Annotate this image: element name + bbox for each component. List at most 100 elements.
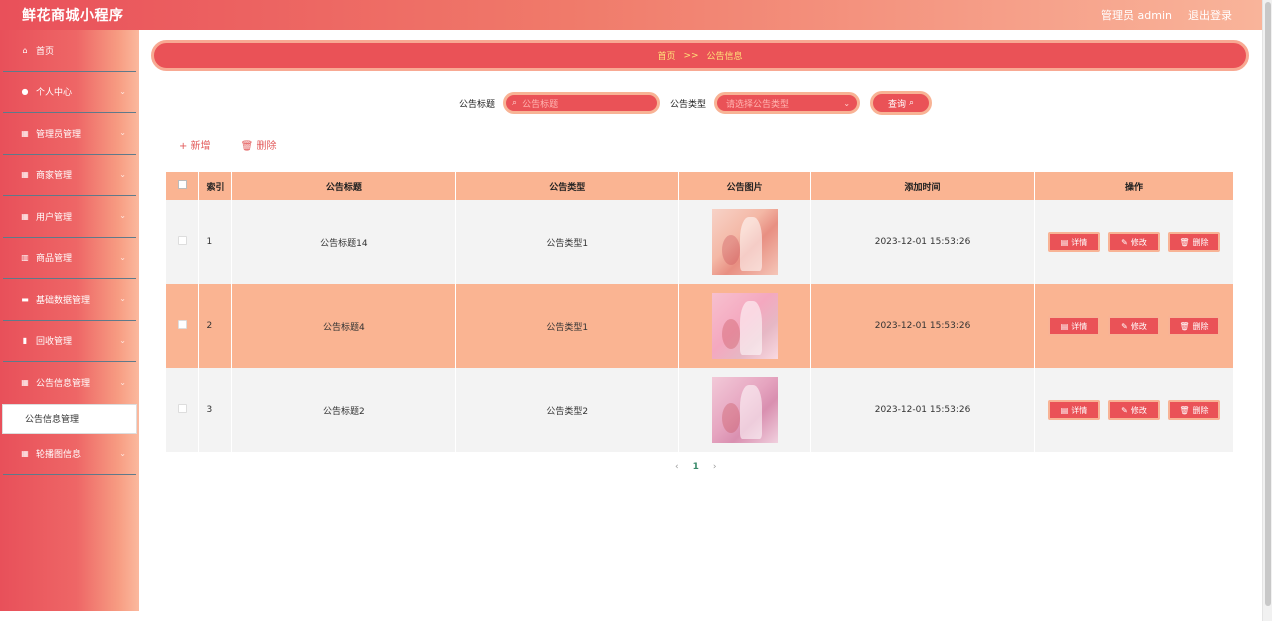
scrollbar-thumb[interactable] xyxy=(1265,2,1271,606)
vertical-scrollbar[interactable] xyxy=(1262,0,1272,621)
chevron-down-icon: ⌄ xyxy=(119,377,126,387)
batch-delete-button[interactable]: 🗑 删除 xyxy=(241,137,277,152)
sidebar-item-notice-management[interactable]: ▦ 公告信息管理 ⌄ xyxy=(3,362,136,404)
top-header: 鲜花商城小程序 管理员 admin 退出登录 xyxy=(0,0,1262,30)
row-time: 2023-12-01 15:53:26 xyxy=(810,200,1035,284)
pager-current-page[interactable]: 1 xyxy=(693,462,699,472)
delete-button[interactable]: 🗑 删除 xyxy=(1167,316,1220,336)
main-content: 首页 >> 公告信息 公告标题 ⌕ 公告标题 公告类型 请选择公告类型 ⌄ 查询… xyxy=(139,30,1262,621)
delete-button[interactable]: 🗑 删除 xyxy=(1167,400,1220,420)
sidebar-item-label: 商品管理 xyxy=(36,254,73,265)
edit-button[interactable]: ✎ 修改 xyxy=(1107,316,1160,336)
add-button[interactable]: + 新增 xyxy=(179,137,211,152)
delete-button-label: 删除 xyxy=(1192,237,1209,247)
edit-button[interactable]: ✎ 修改 xyxy=(1107,400,1160,420)
row-actions: ▤ 详情 ✎ 修改 🗑 删除 xyxy=(1034,284,1235,368)
column-header-time: 添加时间 xyxy=(810,172,1035,200)
breadcrumb-home[interactable]: 首页 xyxy=(657,49,675,62)
chevron-down-icon: ⌄ xyxy=(119,335,126,345)
row-title: 公告标题14 xyxy=(231,200,457,284)
type-select[interactable]: 请选择公告类型 ⌄ xyxy=(714,92,861,114)
table-row: 3 公告标题2 公告类型2 2023-12-01 15:53:26 ▤ 详情 ✎ 修… xyxy=(166,368,1235,452)
delete-button[interactable]: 🗑 删除 xyxy=(1167,232,1220,252)
row-image-cell xyxy=(678,284,812,368)
grid-icon: ▦ xyxy=(21,128,29,138)
grid-icon: ▦ xyxy=(21,449,29,459)
document-icon: ▤ xyxy=(1060,321,1069,331)
row-checkbox[interactable] xyxy=(177,236,187,245)
detail-button[interactable]: ▤ 详情 xyxy=(1047,400,1100,420)
breadcrumb-current: 公告信息 xyxy=(706,52,743,62)
user-icon: ● xyxy=(21,87,29,97)
trash-icon: ▥ xyxy=(21,253,29,263)
chevron-down-icon: ⌄ xyxy=(119,169,126,179)
pager-next-button[interactable]: › xyxy=(713,462,717,472)
edit-button[interactable]: ✎ 修改 xyxy=(1107,232,1160,252)
document-icon: ▤ xyxy=(1060,237,1069,247)
detail-button-label: 详情 xyxy=(1071,405,1088,415)
pager-prev-button[interactable]: ‹ xyxy=(675,462,679,472)
notice-image[interactable] xyxy=(711,209,778,275)
notice-image[interactable] xyxy=(711,293,778,359)
sidebar-item-admin-management[interactable]: ▦ 管理员管理 ⌄ xyxy=(3,113,136,155)
row-type: 公告类型1 xyxy=(455,200,680,284)
sidebar-item-label: 轮播图信息 xyxy=(36,450,82,461)
app-title: 鲜花商城小程序 xyxy=(22,8,124,24)
query-button-label: 查询 xyxy=(888,99,907,110)
home-icon: ⌂ xyxy=(22,45,28,55)
search-bar: 公告标题 ⌕ 公告标题 公告类型 请选择公告类型 ⌄ 查询 ⌕ xyxy=(459,91,933,115)
row-index: 3 xyxy=(198,368,233,452)
grid-icon: ▦ xyxy=(21,211,29,221)
notice-image[interactable] xyxy=(711,377,778,443)
row-checkbox[interactable] xyxy=(177,320,187,329)
detail-button-label: 详情 xyxy=(1071,321,1088,331)
sidebar-item-merchant-management[interactable]: ▦ 商家管理 ⌄ xyxy=(3,155,136,196)
row-checkbox-cell xyxy=(166,200,200,284)
query-button[interactable]: 查询 ⌕ xyxy=(870,91,933,115)
row-checkbox[interactable] xyxy=(177,404,187,413)
select-all-checkbox[interactable] xyxy=(177,180,187,189)
sidebar-subitem-notice-management[interactable]: 公告信息管理 xyxy=(2,403,137,434)
delete-button-label: 删除 xyxy=(1192,405,1209,415)
row-time: 2023-12-01 15:53:26 xyxy=(810,368,1035,452)
sidebar-item-base-data-management[interactable]: ▬ 基础数据管理 ⌄ xyxy=(3,279,136,321)
edit-button-label: 修改 xyxy=(1130,405,1147,415)
chevron-down-icon: ⌄ xyxy=(119,86,126,96)
chevron-down-icon: ⌄ xyxy=(119,252,126,262)
logout-link[interactable]: 退出登录 xyxy=(1188,7,1232,23)
row-index: 2 xyxy=(198,284,233,368)
chevron-down-icon: ⌄ xyxy=(843,98,851,108)
search-icon: ⌕ xyxy=(909,98,915,108)
sidebar-item-recycle-management[interactable]: ▮ 回收管理 ⌄ xyxy=(3,321,136,362)
table-actions: + 新增 🗑 删除 xyxy=(179,137,276,152)
edit-button-label: 修改 xyxy=(1130,321,1147,331)
sidebar-item-home[interactable]: ⌂ 首页 xyxy=(3,30,136,72)
table-row: 1 公告标题14 公告类型1 2023-12-01 15:53:26 ▤ 详情 ✎… xyxy=(166,200,1235,284)
sidebar-item-label: 回收管理 xyxy=(36,337,73,348)
detail-button[interactable]: ▤ 详情 xyxy=(1047,232,1100,252)
row-type: 公告类型1 xyxy=(455,284,680,368)
notice-table: 索引 公告标题 公告类型 公告图片 添加时间 操作 1 公告标题14 公告类型1… xyxy=(166,172,1235,452)
detail-button[interactable]: ▤ 详情 xyxy=(1047,316,1100,336)
sidebar-item-label: 用户管理 xyxy=(36,212,73,223)
pencil-icon: ✎ xyxy=(1121,405,1128,415)
sidebar-item-label: 首页 xyxy=(36,46,55,57)
chevron-down-icon: ⌄ xyxy=(119,294,126,304)
table-header-row: 索引 公告标题 公告类型 公告图片 添加时间 操作 xyxy=(166,172,1235,200)
type-filter-label: 公告类型 xyxy=(670,99,707,110)
header-user-area: 管理员 admin 退出登录 xyxy=(1101,7,1232,23)
sidebar-item-carousel-info[interactable]: ▦ 轮播图信息 ⌄ xyxy=(3,434,136,475)
sidebar-item-product-management[interactable]: ▥ 商品管理 ⌄ xyxy=(3,238,136,279)
breadcrumb-separator: >> xyxy=(683,50,699,61)
grid-icon: ▦ xyxy=(21,170,29,180)
row-type: 公告类型2 xyxy=(455,368,680,452)
column-header-actions: 操作 xyxy=(1034,172,1235,200)
sidebar-item-personal-center[interactable]: ● 个人中心 ⌄ xyxy=(3,72,136,113)
title-search-input[interactable]: ⌕ 公告标题 xyxy=(503,92,661,114)
monitor-icon: ▬ xyxy=(21,294,29,304)
sidebar-item-user-management[interactable]: ▦ 用户管理 ⌄ xyxy=(3,196,136,238)
search-icon: ⌕ xyxy=(512,98,518,108)
row-checkbox-cell xyxy=(166,284,200,368)
sidebar-item-label: 管理员管理 xyxy=(36,129,82,140)
trash-icon: 🗑 xyxy=(1179,321,1190,331)
